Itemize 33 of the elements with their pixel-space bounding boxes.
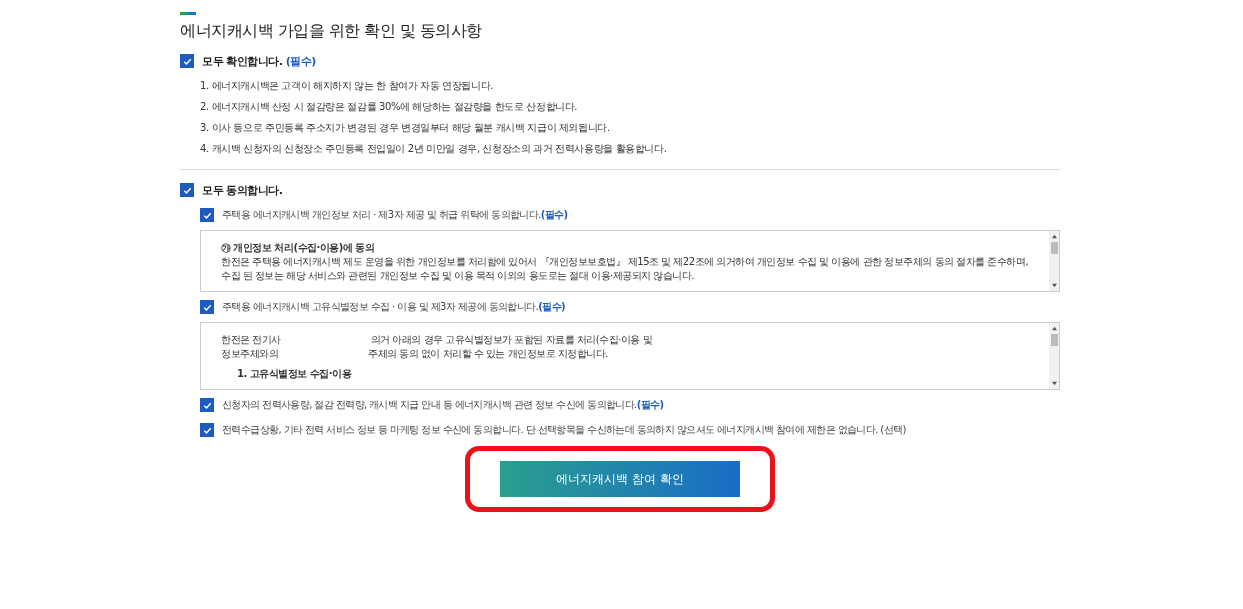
agreement-label: 신청자의 전력사용량, 절감 전력량, 캐시백 지급 안내 등 에너지캐시백 관련 정보 수신에 동의합니다.(필수) xyxy=(222,398,664,412)
page-title: 에너지캐시백 가입을 위한 확인 및 동의사항 xyxy=(180,21,483,42)
agreement-label: 주택용 에너지캐시백 고유식별정보 수집 · 이용 및 제3자 제공에 동의합니다.(필수) xyxy=(222,300,565,314)
checkbox[interactable] xyxy=(200,423,214,437)
terms-heading: ㉮ 개인정보 처리(수집·이용)에 동의 xyxy=(221,241,376,255)
scrollbar[interactable] xyxy=(1049,231,1059,291)
scroll-thumb[interactable] xyxy=(1050,242,1058,254)
notice-text: 2. 에너지캐시백 산정 시 절감량은 절감률 30%에 해당하는 절감량을 한도로 산정합니다. xyxy=(200,100,579,114)
scroll-down-icon[interactable] xyxy=(1050,283,1058,288)
confirm-all-label: 모두 확인합니다. (필수) xyxy=(202,53,316,69)
terms-text: 의거 아래의 경우 고유식별정보가 포함된 자료를 처리(수집·이용 및 xyxy=(370,334,653,345)
checkbox[interactable] xyxy=(200,208,214,222)
terms-subheading: 1. 고유식별정보 수집·이용 xyxy=(236,367,353,381)
confirm-button[interactable]: 에너지캐시백 참여 확인 xyxy=(500,461,740,497)
terms-text: 한전은 주택용 에너지캐시백 제도 운영을 위한 개인정보를 처리함에 있어서 『개인정보보호법』 제15조 및 제22조에 의거하여 개인정보 수집 및 이용에 관한 정보주체의 동의 절차를 준수하며, 수집 된 정보는 해당 서비스와 관련된 개인정보 수집 및 이용 목적 이외의 용도로는 절대 이용·제공되지 않습니다. xyxy=(221,256,1029,281)
checkbox[interactable] xyxy=(180,183,194,197)
notice-text: 3. 이사 등으로 주민등록 주소지가 변경된 경우 변경일부터 해당 월분 캐시백 지급이 제외됩니다. xyxy=(200,121,611,135)
terms-text: 주체의 동의 없이 처리할 수 있는 개인정보로 지정합니다. xyxy=(368,348,608,359)
scroll-up-icon[interactable] xyxy=(1050,234,1058,239)
checkbox[interactable] xyxy=(200,300,214,314)
notice-text: 1. 에너지캐시백은 고객이 해지하지 않는 한 참여가 자동 연장됩니다. xyxy=(200,79,494,93)
agreement-label: 주택용 에너지캐시백 개인정보 처리 · 제3자 제공 및 취급 위탁에 동의합니다.(필수) xyxy=(222,208,568,222)
checkbox[interactable] xyxy=(200,398,214,412)
scrollbar[interactable] xyxy=(1049,323,1059,389)
notice-text: 4. 캐시백 신청자의 신청장소 주민등록 전입일이 2년 미만일 경우, 신청장소의 과거 전력사용량을 활용합니다. xyxy=(200,142,668,156)
agreement-label: 전력수급상황, 기타 전력 서비스 정보 등 마케팅 정보 수신에 동의합니다. 단 선택항목을 수신하는데 동의하지 않으셔도 에너지캐시백 참여에 제한은 없습니다. (선택) xyxy=(222,423,906,437)
scroll-down-icon[interactable] xyxy=(1050,381,1058,386)
agree-all-label: 모두 동의합니다. xyxy=(202,182,283,198)
terms-text: 한전은 전기사 xyxy=(221,334,281,345)
scroll-up-icon[interactable] xyxy=(1050,326,1058,331)
scroll-thumb[interactable] xyxy=(1050,334,1058,346)
terms-text: 정보주체와의 xyxy=(221,348,278,359)
checkbox[interactable] xyxy=(180,54,194,68)
